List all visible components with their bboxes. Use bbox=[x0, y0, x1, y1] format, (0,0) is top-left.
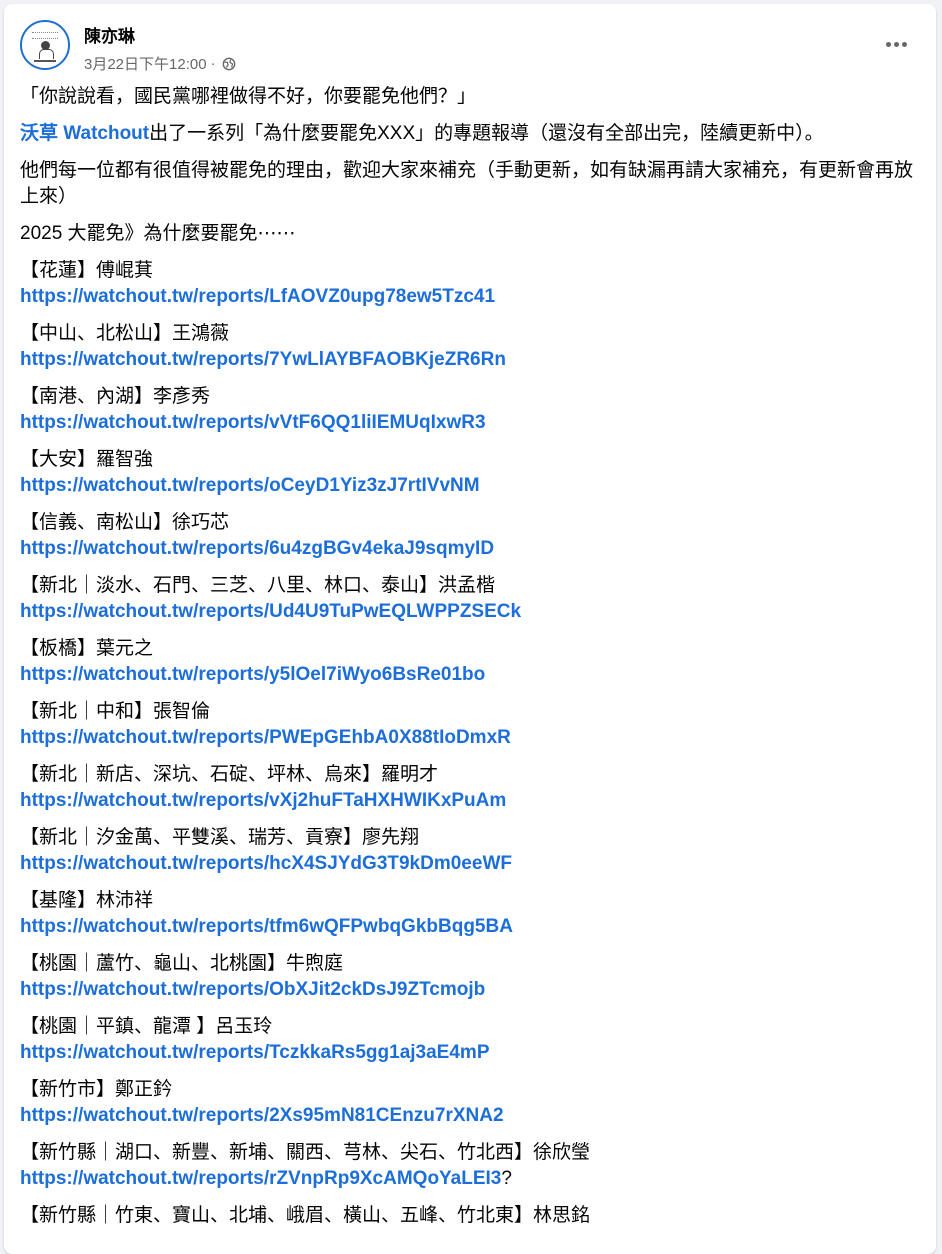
list-item: 【信義、南松山】徐巧芯 https://watchout.tw/reports/6… bbox=[20, 510, 918, 562]
report-link[interactable]: https://watchout.tw/reports/ObXJit2ckDsJ… bbox=[20, 979, 485, 1000]
report-link[interactable]: https://watchout.tw/reports/2Xs95mN81CEn… bbox=[20, 1105, 504, 1126]
entry-label: 【新北｜中和】張智倫 bbox=[20, 701, 211, 722]
series-text-rest: 出了一系列「為什麼要罷免XXX」的專題報導（還沒有全部出完，陸續更新中）。 bbox=[149, 123, 824, 144]
more-options-icon[interactable] bbox=[878, 32, 914, 56]
list-item: 【新竹縣｜湖口、新豐、新埔、關西、芎林、尖石、竹北西】徐欣瑩 https://wa… bbox=[20, 1140, 918, 1192]
globe-icon bbox=[222, 57, 235, 70]
list-item: 【花蓮】傅崐萁 https://watchout.tw/reports/LfAOV… bbox=[20, 258, 918, 310]
list-item: 【基隆】林沛祥 https://watchout.tw/reports/tfm6w… bbox=[20, 888, 918, 940]
report-link[interactable]: https://watchout.tw/reports/6u4zgBGv4eka… bbox=[20, 538, 494, 559]
entry-label: 【中山、北松山】王鴻薇 bbox=[20, 323, 230, 344]
report-link[interactable]: https://watchout.tw/reports/Ud4U9TuPwEQL… bbox=[20, 601, 521, 622]
entry-label: 【新竹市】鄭正鈐 bbox=[20, 1079, 173, 1100]
entry-suffix: ? bbox=[501, 1168, 512, 1189]
list-item: 【新竹市】鄭正鈐 https://watchout.tw/reports/2Xs9… bbox=[20, 1077, 918, 1129]
list-item: 【新北｜汐金萬、平雙溪、瑞芳、貢寮】廖先翔 https://watchout.tw… bbox=[20, 825, 918, 877]
list-item: 【板橋】葉元之 https://watchout.tw/reports/y5lOe… bbox=[20, 636, 918, 688]
report-link[interactable]: https://watchout.tw/reports/PWEpGEhbA0X8… bbox=[20, 727, 511, 748]
list-item: 【新北｜中和】張智倫 https://watchout.tw/reports/PW… bbox=[20, 699, 918, 751]
entry-label: 【新竹縣｜竹東、寶山、北埔、峨眉、橫山、五峰、竹北東】林思銘 bbox=[20, 1205, 591, 1226]
entry-label: 【桃園｜蘆竹、龜山、北桃園】牛煦庭 bbox=[20, 953, 344, 974]
list-item: 【新北｜淡水、石門、三芝、八里、林口、泰山】洪孟楷 https://watchou… bbox=[20, 573, 918, 625]
author-name[interactable]: 陳亦琳 bbox=[84, 22, 135, 47]
list-item: 【大安】羅智強 https://watchout.tw/reports/oCeyD… bbox=[20, 447, 918, 499]
report-link[interactable]: https://watchout.tw/reports/oCeyD1Yiz3zJ… bbox=[20, 475, 480, 496]
meta-separator: · bbox=[210, 55, 216, 72]
entry-label: 【南港、內湖】李彥秀 bbox=[20, 386, 211, 407]
series-text: 沃草 Watchout出了一系列「為什麼要罷免XXX」的專題報導（還沒有全部出完… bbox=[20, 121, 918, 147]
entry-label: 【基隆】林沛祥 bbox=[20, 890, 154, 911]
report-link[interactable]: https://watchout.tw/reports/tfm6wQFPwbqG… bbox=[20, 916, 513, 937]
entry-label: 【信義、南松山】徐巧芯 bbox=[20, 512, 230, 533]
list-item: 【桃園｜蘆竹、龜山、北桃園】牛煦庭 https://watchout.tw/rep… bbox=[20, 951, 918, 1003]
post-timestamp[interactable]: 3月22日下午12:00 bbox=[84, 53, 207, 74]
entry-label: 【花蓮】傅崐萁 bbox=[20, 260, 154, 281]
page-link-watchout[interactable]: 沃草 Watchout bbox=[20, 123, 149, 144]
facebook-post: 陳亦琳 3月22日下午12:00 · 「你說說看，國民黨哪裡做得不好，你要罷免他… bbox=[4, 4, 936, 1254]
list-item: 【新北｜新店、深坑、石碇、坪林、烏來】羅明才 https://watchout.t… bbox=[20, 762, 918, 814]
report-link[interactable]: https://watchout.tw/reports/LfAOVZ0upg78… bbox=[20, 286, 495, 307]
report-link[interactable]: https://watchout.tw/reports/7YwLlAYBFAOB… bbox=[20, 349, 506, 370]
entry-label: 【新竹縣｜湖口、新豐、新埔、關西、芎林、尖石、竹北西】徐欣瑩 bbox=[20, 1142, 591, 1163]
entry-label: 【新北｜汐金萬、平雙溪、瑞芳、貢寮】廖先翔 bbox=[20, 827, 420, 848]
report-link[interactable]: https://watchout.tw/reports/rZVnpRp9XcAM… bbox=[20, 1168, 501, 1189]
list-heading: 2025 大罷免》為什麼要罷免⋯⋯ bbox=[20, 223, 296, 244]
report-link[interactable]: https://watchout.tw/reports/vXj2huFTaHXH… bbox=[20, 790, 506, 811]
list-item: 【中山、北松山】王鴻薇 https://watchout.tw/reports/7… bbox=[20, 321, 918, 373]
intro-text: 「你說說看，國民黨哪裡做得不好，你要罷免他們？」 bbox=[20, 86, 477, 107]
entry-label: 【新北｜淡水、石門、三芝、八里、林口、泰山】洪孟楷 bbox=[20, 575, 496, 596]
entry-label: 【板橋】葉元之 bbox=[20, 638, 154, 659]
post-meta: 3月22日下午12:00 · bbox=[84, 53, 236, 74]
reason-text: 他們每一位都有很值得被罷免的理由，歡迎大家來補充（手動更新，如有缺漏再請大家補充… bbox=[20, 160, 914, 207]
entry-list: 【花蓮】傅崐萁 https://watchout.tw/reports/LfAOV… bbox=[20, 258, 918, 1229]
entry-label: 【新北｜新店、深坑、石碇、坪林、烏來】羅明才 bbox=[20, 764, 439, 785]
report-link[interactable]: https://watchout.tw/reports/TczkkaRs5gg1… bbox=[20, 1042, 490, 1063]
post-body: 「你說說看，國民黨哪裡做得不好，你要罷免他們？」 沃草 Watchout出了一系… bbox=[20, 84, 918, 1240]
report-link[interactable]: https://watchout.tw/reports/hcX4SJYdG3T9… bbox=[20, 853, 512, 874]
avatar[interactable] bbox=[20, 20, 70, 70]
list-item: 【新竹縣｜竹東、寶山、北埔、峨眉、橫山、五峰、竹北東】林思銘 bbox=[20, 1203, 918, 1229]
entry-label: 【桃園｜平鎮、龍潭 】呂玉玲 bbox=[20, 1016, 273, 1037]
post-header: 陳亦琳 3月22日下午12:00 · bbox=[20, 18, 920, 74]
report-link[interactable]: https://watchout.tw/reports/vVtF6QQ1liIE… bbox=[20, 412, 486, 433]
entry-label: 【大安】羅智強 bbox=[20, 449, 154, 470]
report-link[interactable]: https://watchout.tw/reports/y5lOel7iWyo6… bbox=[20, 664, 485, 685]
list-item: 【桃園｜平鎮、龍潭 】呂玉玲 https://watchout.tw/report… bbox=[20, 1014, 918, 1066]
list-item: 【南港、內湖】李彥秀 https://watchout.tw/reports/vV… bbox=[20, 384, 918, 436]
